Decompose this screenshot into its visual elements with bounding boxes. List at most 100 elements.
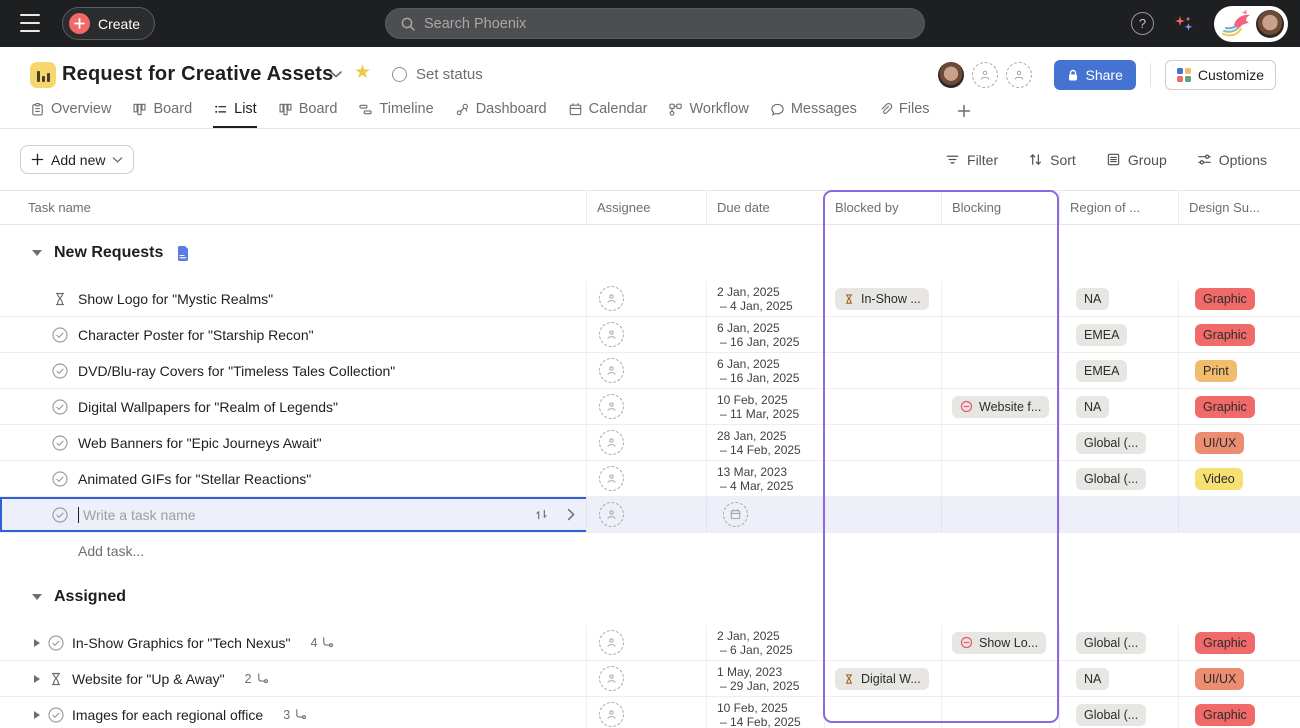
tab-timeline[interactable]: Timeline bbox=[358, 93, 433, 128]
collapse-caret-icon[interactable] bbox=[32, 250, 42, 256]
customize-button[interactable]: Customize bbox=[1165, 60, 1276, 90]
assignee-placeholder[interactable] bbox=[599, 430, 624, 455]
tab-messages[interactable]: Messages bbox=[770, 93, 857, 128]
due-date[interactable]: 6 Jan, 2025– 16 Jan, 2025 bbox=[717, 321, 799, 349]
check-circle-icon[interactable] bbox=[52, 363, 68, 379]
section-header-assigned[interactable]: Assigned bbox=[0, 569, 1300, 625]
region-chip[interactable]: NA bbox=[1076, 288, 1109, 310]
design-chip[interactable]: Graphic bbox=[1195, 324, 1255, 346]
column-header-region[interactable]: Region of ... bbox=[1059, 191, 1178, 224]
new-task-input[interactable]: Write a task name bbox=[83, 507, 196, 523]
share-button[interactable]: Share bbox=[1054, 60, 1136, 90]
due-date[interactable]: 28 Jan, 2025– 14 Feb, 2025 bbox=[717, 429, 801, 457]
tab-overview[interactable]: Overview bbox=[30, 93, 111, 128]
check-circle-icon[interactable] bbox=[52, 435, 68, 451]
search-input[interactable]: Search Phoenix bbox=[385, 8, 925, 39]
assignee-placeholder[interactable] bbox=[599, 702, 624, 727]
assignee-placeholder[interactable] bbox=[599, 630, 624, 655]
add-new-button[interactable]: Add new bbox=[20, 145, 134, 174]
sparkles-icon[interactable] bbox=[1172, 12, 1196, 36]
section-header-new-requests[interactable]: New Requests bbox=[0, 225, 1300, 281]
due-date[interactable]: 2 Jan, 2025– 6 Jan, 2025 bbox=[717, 629, 793, 657]
due-date-placeholder[interactable] bbox=[723, 502, 748, 527]
tab-workflow[interactable]: Workflow bbox=[668, 93, 748, 128]
assignee-placeholder[interactable] bbox=[599, 322, 624, 347]
help-icon[interactable]: ? bbox=[1131, 12, 1154, 35]
sort-button[interactable]: Sort bbox=[1028, 152, 1076, 168]
doc-icon[interactable] bbox=[175, 245, 191, 262]
assignee-placeholder[interactable] bbox=[599, 286, 624, 311]
due-date[interactable]: 10 Feb, 2025– 14 Feb, 2025 bbox=[717, 701, 801, 728]
add-task-button[interactable]: Add task... bbox=[0, 533, 1300, 569]
due-date[interactable]: 1 May, 2023– 29 Jan, 2025 bbox=[717, 665, 799, 693]
expand-caret-icon[interactable] bbox=[34, 675, 40, 683]
member-avatar[interactable] bbox=[938, 62, 964, 88]
column-header-blocked-by[interactable]: Blocked by bbox=[824, 191, 941, 224]
design-chip[interactable]: Video bbox=[1195, 468, 1243, 490]
region-chip[interactable]: EMEA bbox=[1076, 324, 1127, 346]
tab-board-2[interactable]: Board bbox=[278, 93, 338, 128]
blocking-chip[interactable]: Show Lo... bbox=[952, 632, 1046, 654]
check-circle-icon[interactable] bbox=[52, 471, 68, 487]
new-task-row[interactable]: Write a task name bbox=[0, 497, 1300, 533]
add-view-button[interactable] bbox=[957, 93, 971, 128]
check-circle-icon[interactable] bbox=[52, 327, 68, 343]
hourglass-icon[interactable] bbox=[52, 291, 68, 307]
account-pill[interactable] bbox=[1214, 6, 1288, 42]
expand-caret-icon[interactable] bbox=[34, 711, 40, 719]
region-chip[interactable]: Global (... bbox=[1076, 468, 1146, 490]
table-row[interactable]: Web Banners for "Epic Journeys Await" 28… bbox=[0, 425, 1300, 461]
set-status-button[interactable]: Set status bbox=[392, 66, 483, 83]
due-date[interactable]: 10 Feb, 2025– 11 Mar, 2025 bbox=[717, 393, 799, 421]
project-icon[interactable] bbox=[30, 62, 56, 88]
assignee-placeholder[interactable] bbox=[599, 666, 624, 691]
table-row[interactable]: Character Poster for "Starship Recon" 6 … bbox=[0, 317, 1300, 353]
assignee-placeholder[interactable] bbox=[599, 502, 624, 527]
check-circle-icon[interactable] bbox=[48, 635, 64, 651]
filter-button[interactable]: Filter bbox=[945, 152, 998, 168]
subtask-count[interactable]: 3 bbox=[283, 708, 307, 722]
assignee-placeholder[interactable] bbox=[599, 358, 624, 383]
invite-avatar-placeholder[interactable] bbox=[972, 62, 998, 88]
tab-dashboard[interactable]: Dashboard bbox=[455, 93, 547, 128]
region-chip[interactable]: Global (... bbox=[1076, 704, 1146, 726]
blocked-by-chip[interactable]: In-Show ... bbox=[835, 288, 929, 310]
design-chip[interactable]: Graphic bbox=[1195, 396, 1255, 418]
region-chip[interactable]: NA bbox=[1076, 668, 1109, 690]
column-header-blocking[interactable]: Blocking bbox=[941, 191, 1059, 224]
subtask-count[interactable]: 2 bbox=[245, 672, 269, 686]
region-chip[interactable]: NA bbox=[1076, 396, 1109, 418]
favorite-star-icon[interactable]: ★ bbox=[354, 61, 371, 84]
table-row[interactable]: Website for "Up & Away" 2 1 May, 2023– 2… bbox=[0, 661, 1300, 697]
menu-icon[interactable] bbox=[20, 14, 40, 32]
design-chip[interactable]: Graphic bbox=[1195, 632, 1255, 654]
due-date[interactable]: 13 Mar, 2023– 4 Mar, 2025 bbox=[717, 465, 793, 493]
create-button[interactable]: Create bbox=[62, 7, 155, 40]
column-header-due-date[interactable]: Due date bbox=[706, 191, 824, 224]
subtask-count[interactable]: 4 bbox=[310, 636, 334, 650]
column-header-assignee[interactable]: Assignee bbox=[586, 191, 706, 224]
options-button[interactable]: Options bbox=[1197, 152, 1267, 168]
tab-board-1[interactable]: Board bbox=[132, 93, 192, 128]
invite-avatar-placeholder[interactable] bbox=[1006, 62, 1032, 88]
collapse-caret-icon[interactable] bbox=[32, 594, 42, 600]
blocking-chip[interactable]: Website f... bbox=[952, 396, 1049, 418]
table-row[interactable]: Show Logo for "Mystic Realms" 2 Jan, 202… bbox=[0, 281, 1300, 317]
expand-caret-icon[interactable] bbox=[34, 639, 40, 647]
design-chip[interactable]: UI/UX bbox=[1195, 432, 1244, 454]
move-task-icon[interactable] bbox=[534, 507, 549, 522]
tab-calendar[interactable]: Calendar bbox=[568, 93, 648, 128]
check-circle-icon[interactable] bbox=[48, 707, 64, 723]
assignee-placeholder[interactable] bbox=[599, 466, 624, 491]
blocked-by-chip[interactable]: Digital W... bbox=[835, 668, 929, 690]
region-chip[interactable]: Global (... bbox=[1076, 632, 1146, 654]
hourglass-icon[interactable] bbox=[48, 671, 64, 687]
table-row[interactable]: Digital Wallpapers for "Realm of Legends… bbox=[0, 389, 1300, 425]
design-chip[interactable]: Graphic bbox=[1195, 704, 1255, 726]
design-chip[interactable]: Graphic bbox=[1195, 288, 1255, 310]
due-date[interactable]: 6 Jan, 2025– 16 Jan, 2025 bbox=[717, 357, 799, 385]
chevron-down-icon[interactable] bbox=[329, 69, 343, 79]
column-header-design[interactable]: Design Su... bbox=[1178, 191, 1300, 224]
column-header-task-name[interactable]: Task name bbox=[0, 191, 586, 224]
tab-list[interactable]: List bbox=[213, 93, 257, 128]
